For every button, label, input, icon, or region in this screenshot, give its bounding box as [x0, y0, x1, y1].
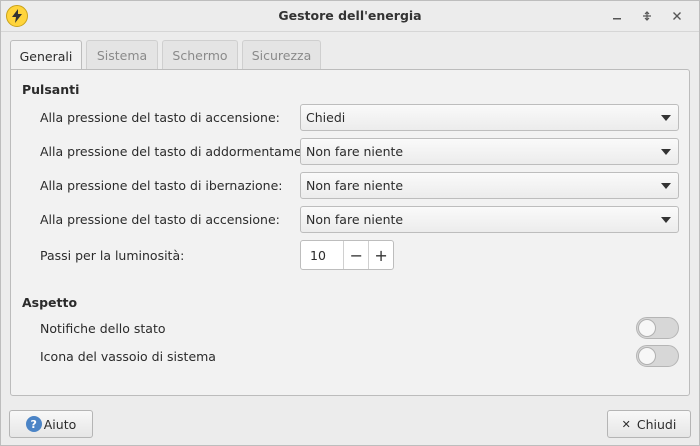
tab-generali[interactable]: Generali: [10, 40, 82, 71]
close-button-label: Chiudi: [636, 416, 677, 432]
power-button-2-label: Alla pressione del tasto di accensione:: [40, 212, 280, 227]
toggle-knob: [638, 319, 656, 337]
increment-button[interactable]: +: [368, 241, 393, 269]
sleep-button-value: Non fare niente: [306, 144, 404, 159]
decrement-button[interactable]: −: [343, 241, 368, 269]
power-button-2-value: Non fare niente: [306, 212, 404, 227]
hibernate-button-value: Non fare niente: [306, 178, 404, 193]
power-button-dropdown[interactable]: Chiedi: [300, 104, 679, 131]
power-button-value: Chiedi: [306, 110, 346, 125]
brightness-steps-stepper: 10 − +: [300, 240, 394, 270]
chevron-down-icon: [661, 217, 671, 223]
power-button-2-dropdown[interactable]: Non fare niente: [300, 206, 679, 233]
minimize-icon[interactable]: [607, 6, 627, 26]
sleep-button-dropdown[interactable]: Non fare niente: [300, 138, 679, 165]
section-title-pulsanti: Pulsanti: [22, 82, 80, 97]
help-icon: ?: [25, 416, 42, 432]
tray-icon-label: Icona del vassoio di sistema: [40, 349, 216, 364]
tab-schermo[interactable]: Schermo: [162, 40, 238, 69]
section-title-aspetto: Aspetto: [22, 295, 78, 310]
tab-sicurezza[interactable]: Sicurezza: [242, 40, 321, 69]
close-button[interactable]: ✕ Chiudi: [607, 410, 691, 438]
chevron-down-icon: [661, 115, 671, 121]
help-button[interactable]: ? Aiuto: [9, 410, 93, 438]
brightness-steps-label: Passi per la luminosità:: [40, 248, 185, 263]
brightness-steps-input[interactable]: 10: [301, 241, 343, 269]
status-notifications-toggle[interactable]: [636, 317, 679, 339]
window-title: Gestore dell'energia: [278, 8, 422, 23]
power-button-label: Alla pressione del tasto di accensione:: [40, 110, 280, 125]
help-button-label: Aiuto: [43, 416, 77, 432]
tab-sistema[interactable]: Sistema: [86, 40, 158, 69]
status-notifications-label: Notifiche dello stato: [40, 321, 166, 336]
chevron-down-icon: [661, 183, 671, 189]
power-manager-window: Gestore dell'energia Generali Sistema Sc…: [0, 0, 700, 446]
tray-icon-toggle[interactable]: [636, 345, 679, 367]
close-icon: ✕: [621, 417, 631, 431]
hibernate-button-label: Alla pressione del tasto di ibernazione:: [40, 178, 283, 193]
maximize-icon[interactable]: [637, 6, 657, 26]
hibernate-button-dropdown[interactable]: Non fare niente: [300, 172, 679, 199]
general-tab-panel: Pulsanti Alla pressione del tasto di acc…: [10, 69, 690, 396]
title-bar: Gestore dell'energia: [1, 1, 699, 32]
sleep-button-label: Alla pressione del tasto di addormentame…: [40, 144, 327, 159]
chevron-down-icon: [661, 149, 671, 155]
close-window-icon[interactable]: [667, 6, 687, 26]
toggle-knob: [638, 347, 656, 365]
